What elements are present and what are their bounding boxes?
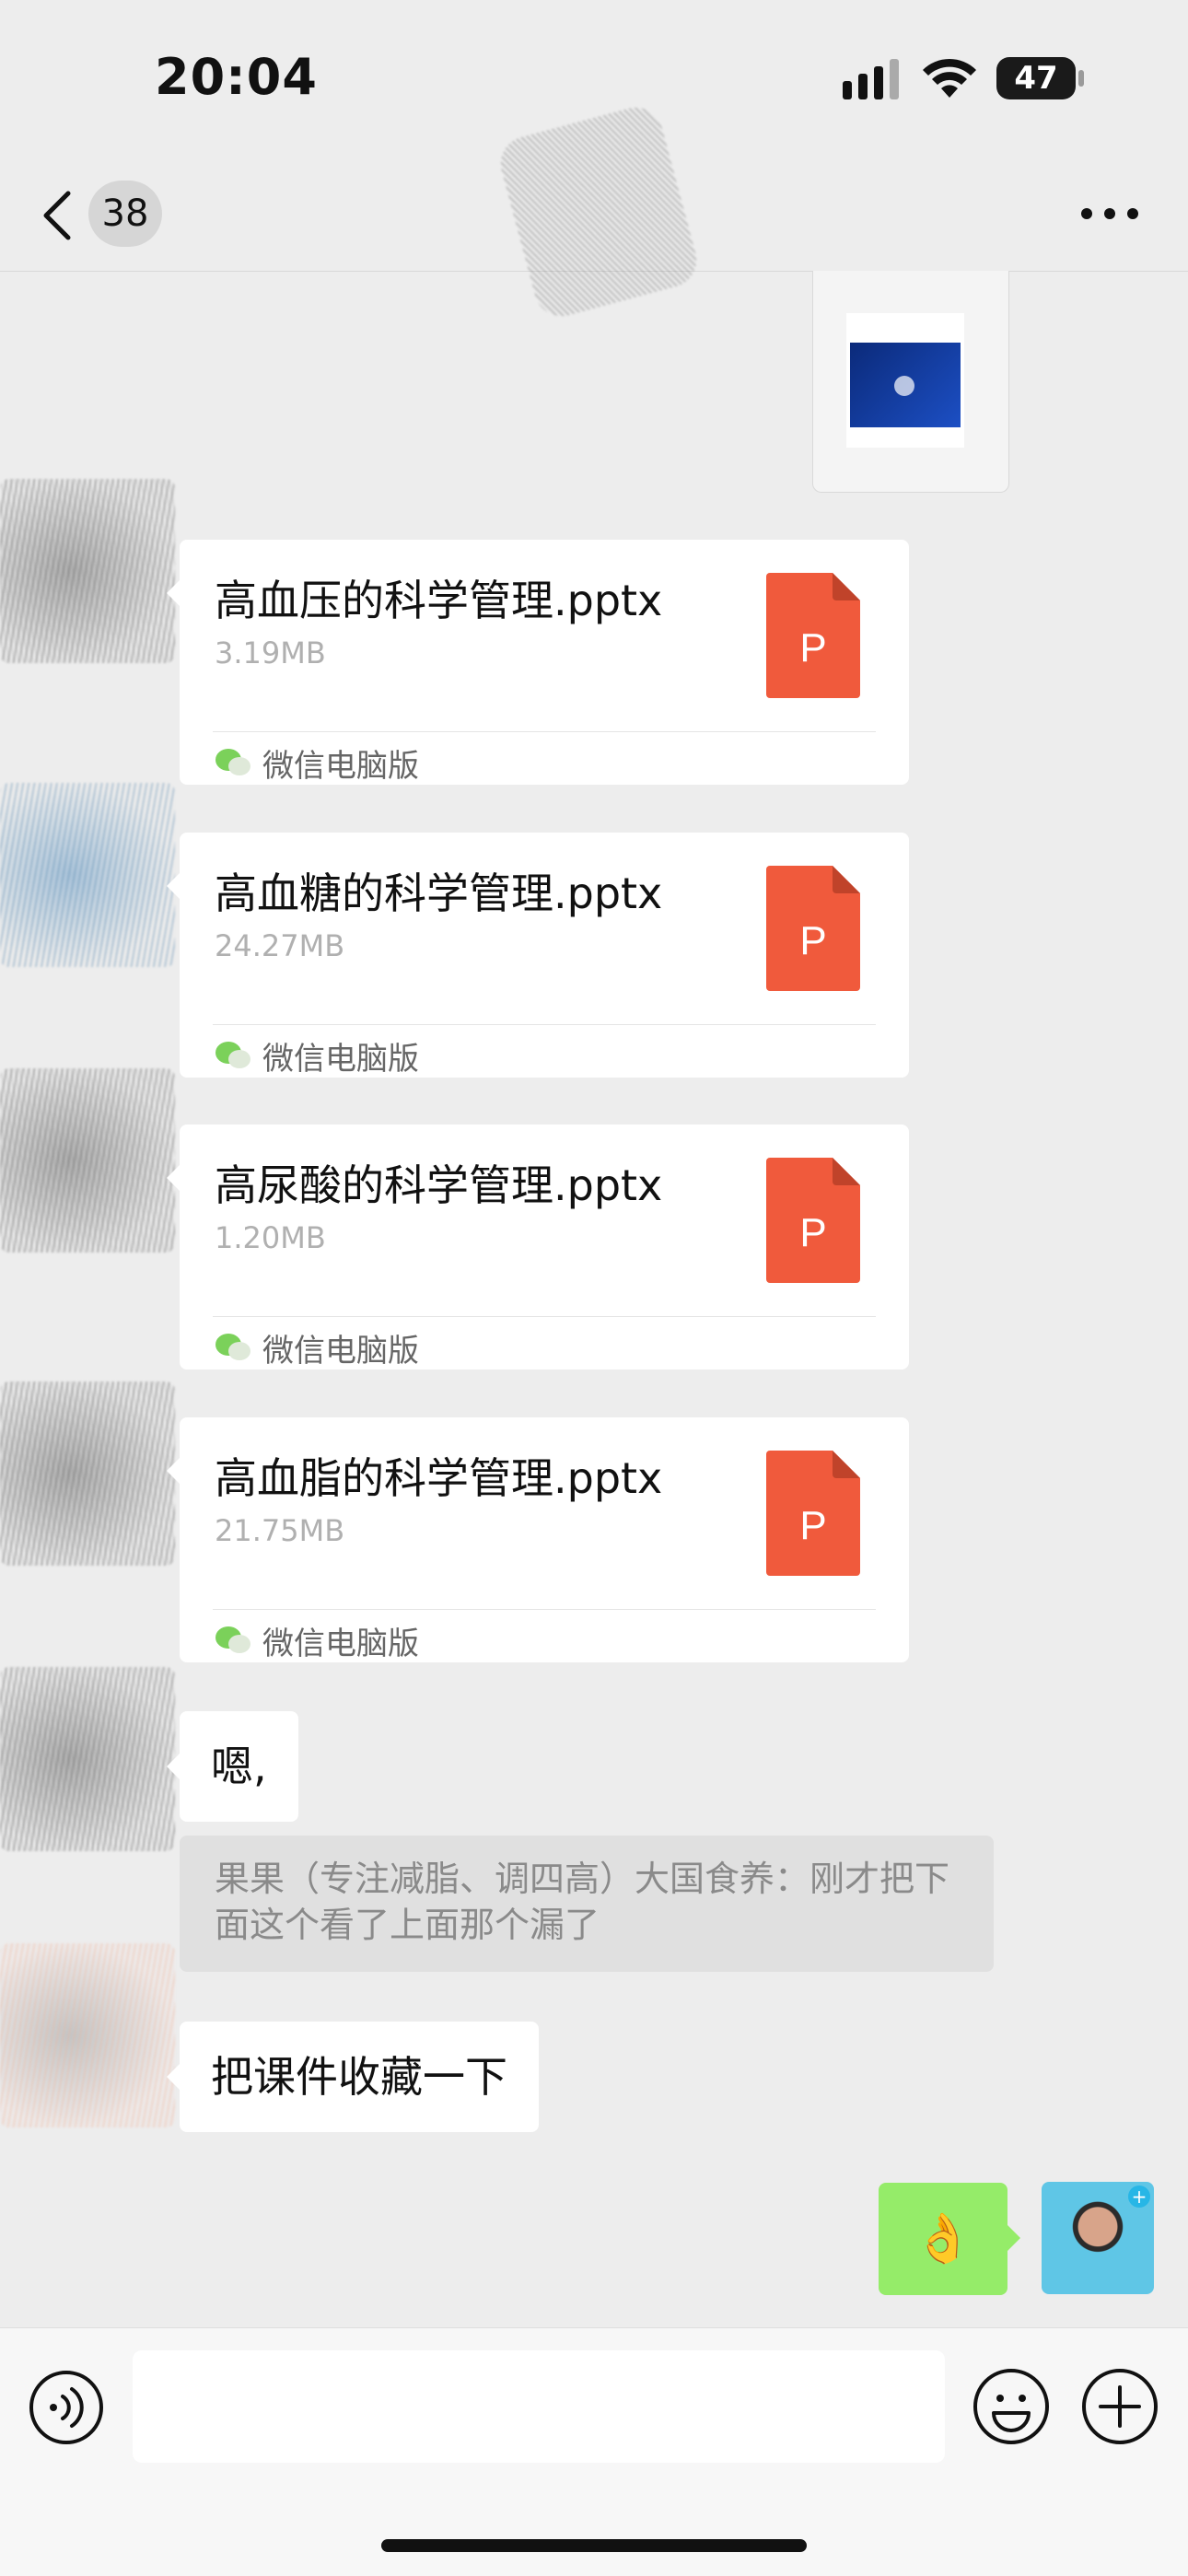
- source-label: 微信电脑版: [262, 1625, 419, 1662]
- source-label: 微信电脑版: [262, 747, 419, 785]
- ppt-letter: P: [799, 1210, 826, 1255]
- file-size: 21.75MB: [215, 1513, 345, 1548]
- image-message-thumbnail[interactable]: [812, 271, 1009, 493]
- input-bar: [0, 2327, 1188, 2576]
- unread-count-badge: 38: [88, 181, 162, 247]
- my-avatar[interactable]: +: [1042, 2182, 1154, 2294]
- avatar-badge: +: [1128, 2186, 1150, 2208]
- voice-icon[interactable]: [28, 2369, 105, 2446]
- contact-avatar[interactable]: [0, 1068, 175, 1253]
- card-divider: [213, 731, 876, 732]
- ppt-file-icon: P: [766, 1158, 860, 1283]
- play-icon: [894, 376, 914, 396]
- file-name: 高尿酸的科学管理.pptx: [215, 1160, 663, 1210]
- more-dots-icon[interactable]: [1077, 193, 1142, 234]
- quoted-message[interactable]: 果果（专注减脂、调四高）大国食养：刚才把下面这个看了上面那个漏了: [180, 1836, 994, 1972]
- file-source: 微信电脑版: [215, 1622, 419, 1662]
- ppt-letter: P: [799, 918, 826, 963]
- card-divider: [213, 1316, 876, 1317]
- battery-level: 47: [996, 57, 1076, 99]
- file-size: 24.27MB: [215, 928, 345, 963]
- contact-avatar[interactable]: [0, 1667, 175, 1851]
- text-message[interactable]: 嗯,: [167, 1711, 298, 1822]
- card-divider: [213, 1024, 876, 1025]
- status-time: 20:04: [155, 48, 318, 106]
- message-input[interactable]: [133, 2350, 945, 2463]
- emoji-icon[interactable]: [972, 2367, 1051, 2446]
- contact-avatar[interactable]: [0, 1943, 175, 2127]
- plus-circle-icon[interactable]: [1080, 2367, 1159, 2446]
- card-divider: [213, 1609, 876, 1610]
- wechat-icon: [215, 1334, 250, 1360]
- signal-icon: [843, 59, 899, 99]
- sent-message[interactable]: 👌: [879, 2183, 1020, 2295]
- wechat-icon: [215, 749, 250, 775]
- contact-avatar[interactable]: [0, 783, 175, 967]
- home-indicator[interactable]: [381, 2539, 807, 2552]
- file-size: 3.19MB: [215, 635, 326, 670]
- file-source: 微信电脑版: [215, 1329, 419, 1370]
- ppt-file-icon: P: [766, 866, 860, 991]
- ppt-letter: P: [799, 625, 826, 670]
- chevron-left-icon: [43, 191, 71, 240]
- wifi-icon: [923, 58, 976, 98]
- wechat-icon: [215, 1042, 250, 1068]
- contact-avatar[interactable]: [0, 1381, 175, 1566]
- file-name: 高血糖的科学管理.pptx: [215, 868, 663, 918]
- back-button[interactable]: 38: [37, 177, 175, 251]
- file-name: 高血脂的科学管理.pptx: [215, 1453, 663, 1503]
- file-message[interactable]: 高血脂的科学管理.pptx 21.75MB P 微信电脑版: [167, 1417, 909, 1662]
- contact-avatar[interactable]: [0, 479, 175, 663]
- file-size: 1.20MB: [215, 1220, 326, 1255]
- file-name: 高血压的科学管理.pptx: [215, 576, 663, 625]
- wechat-icon: [215, 1626, 250, 1653]
- file-message[interactable]: 高血压的科学管理.pptx 3.19MB P 微信电脑版: [167, 540, 909, 785]
- file-message[interactable]: 高血糖的科学管理.pptx 24.27MB P 微信电脑版: [167, 833, 909, 1078]
- file-source: 微信电脑版: [215, 1037, 419, 1078]
- file-message[interactable]: 高尿酸的科学管理.pptx 1.20MB P 微信电脑版: [167, 1125, 909, 1370]
- source-label: 微信电脑版: [262, 1040, 419, 1078]
- text-message[interactable]: 把课件收藏一下: [167, 2022, 539, 2132]
- ppt-file-icon: P: [766, 1451, 860, 1576]
- ppt-file-icon: P: [766, 573, 860, 698]
- ppt-letter: P: [799, 1503, 826, 1548]
- battery-icon: 47: [996, 57, 1085, 99]
- source-label: 微信电脑版: [262, 1332, 419, 1370]
- file-source: 微信电脑版: [215, 744, 419, 785]
